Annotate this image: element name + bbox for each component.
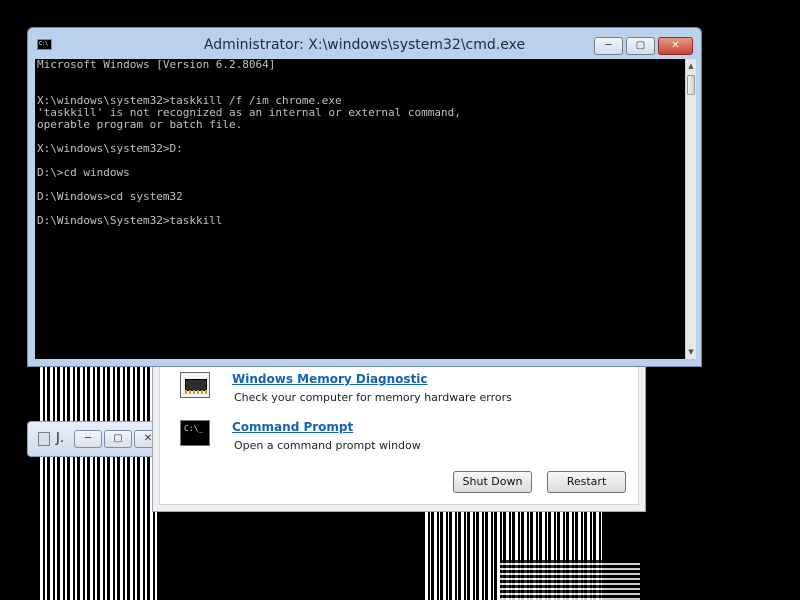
scroll-down-arrow-icon[interactable]: ▼ [686, 345, 696, 359]
minimize-button[interactable]: ─ [594, 37, 623, 55]
console-line: D:\Windows\System32>taskkill [37, 214, 223, 227]
background-artifact [370, 560, 410, 600]
option-title[interactable]: Command Prompt [232, 420, 353, 434]
option-title[interactable]: Windows Memory Diagnostic [232, 372, 428, 386]
maximize-button[interactable]: ▢ [626, 37, 655, 55]
background-artifact [40, 365, 160, 600]
option-description: Check your computer for memory hardware … [234, 391, 512, 404]
option-description: Open a command prompt window [234, 439, 421, 452]
command-prompt-icon: C:\_ [180, 420, 210, 446]
scroll-thumb[interactable] [687, 75, 695, 95]
scroll-up-arrow-icon[interactable]: ▲ [686, 59, 696, 73]
minimized-window[interactable]: J. ─ ▢ ✕ [27, 421, 162, 457]
console-text: Microsoft Windows [Version 6.2.8064] X:\… [35, 59, 685, 227]
close-button[interactable]: ✕ [658, 37, 693, 55]
restart-button[interactable]: Restart [547, 471, 626, 493]
maximize-button[interactable]: ▢ [104, 430, 132, 448]
vertical-scrollbar[interactable]: ▲ ▼ [685, 59, 696, 359]
console-line: D:\Windows>cd system32 [37, 190, 183, 203]
document-icon [38, 432, 50, 446]
console-line: X:\windows\system32>D: [37, 142, 183, 155]
window-title: J. [56, 431, 64, 446]
console-line: operable program or batch file. [37, 118, 243, 131]
cmd-window[interactable]: C:\ Administrator: X:\windows\system32\c… [27, 27, 702, 367]
console-line: Microsoft Windows [Version 6.2.8064] [37, 59, 276, 71]
background-artifact [500, 560, 640, 600]
shut-down-button[interactable]: Shut Down [453, 471, 532, 493]
minimize-button[interactable]: ─ [74, 430, 102, 448]
memory-chip-icon [180, 372, 210, 398]
console-output[interactable]: Microsoft Windows [Version 6.2.8064] X:\… [35, 59, 685, 359]
console-line: D:\>cd windows [37, 166, 130, 179]
title-bar[interactable]: C:\ Administrator: X:\windows\system32\c… [28, 28, 701, 59]
